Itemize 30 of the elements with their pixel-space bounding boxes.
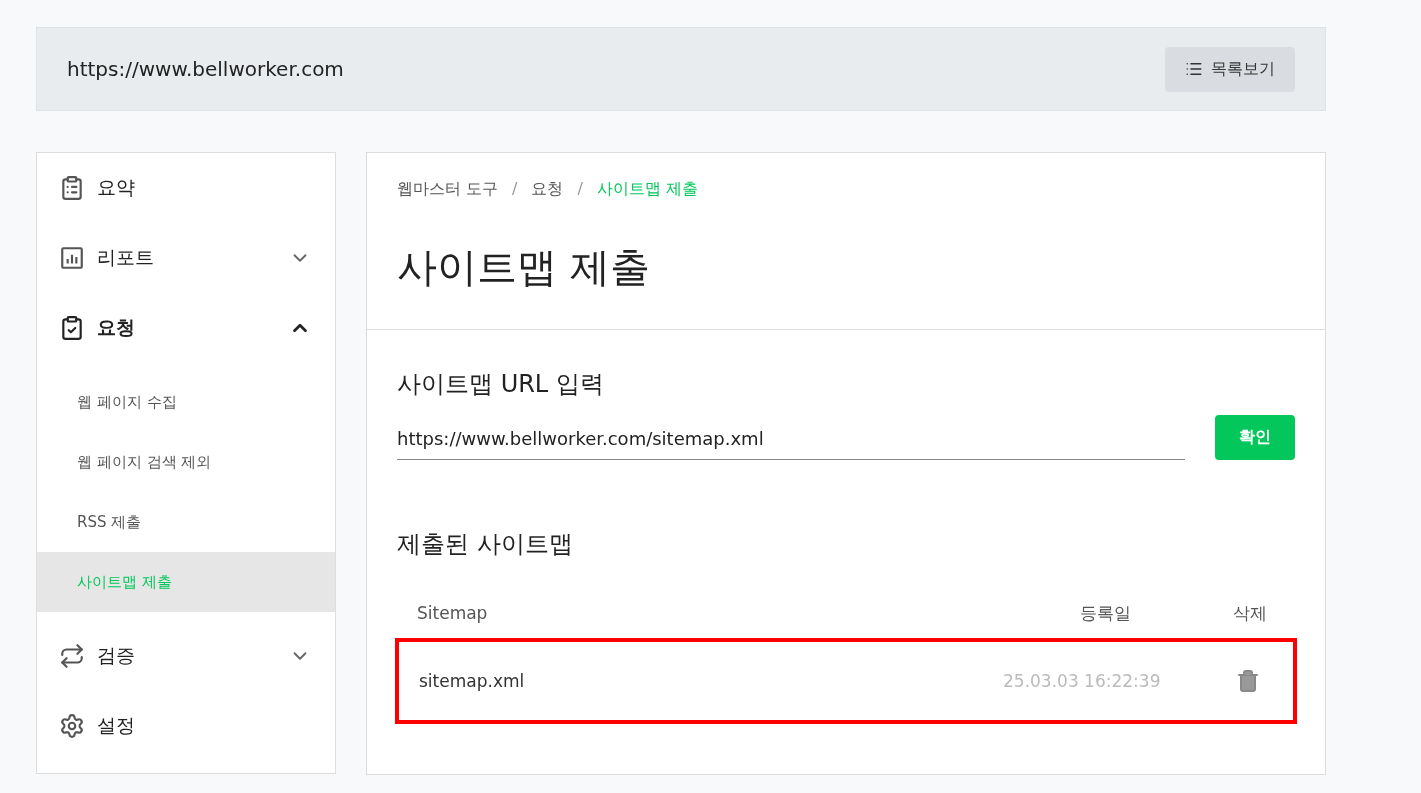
section-title: 제출된 사이트맵 — [397, 529, 574, 560]
list-view-button[interactable]: 목록보기 — [1165, 46, 1295, 92]
sitemap-name: sitemap.xml — [419, 671, 526, 691]
clipboard-check-icon — [59, 315, 85, 341]
list-icon — [1185, 60, 1203, 78]
sidebar-subitem[interactable]: RSS 제출 — [37, 492, 335, 552]
sidebar-item[interactable]: 리포트 — [37, 223, 335, 293]
sidebar-subitem[interactable]: 웹 페이지 수집 — [37, 372, 335, 432]
section-title: 사이트맵 URL 입력 — [397, 369, 605, 400]
clipboard-icon — [59, 175, 85, 201]
settings-icon — [59, 713, 85, 739]
column-header: Sitemap — [417, 603, 489, 623]
site-url: https://www.bellworker.com — [67, 57, 344, 81]
sidebar-item[interactable]: 설정 — [37, 691, 335, 761]
page-title: 사이트맵 제출 — [397, 243, 651, 292]
trash-icon — [1236, 669, 1260, 693]
column-header: 등록일 — [1078, 601, 1132, 625]
repeat-arrows-icon — [59, 643, 85, 669]
bar-chart-icon — [59, 245, 85, 271]
breadcrumb-separator: / — [577, 179, 583, 200]
sidebar-item[interactable]: 검증 — [37, 621, 335, 691]
breadcrumb-link[interactable]: 웹마스터 도구 — [397, 179, 499, 200]
sidebar-item[interactable]: 요청 — [37, 293, 335, 363]
sidebar-subitem[interactable]: 웹 페이지 검색 제외 — [37, 432, 335, 492]
registered-date: 25.03.03 16:22:39 — [1003, 671, 1162, 691]
breadcrumb-link[interactable]: 요청 — [531, 179, 564, 200]
sidebar-item[interactable]: 요약 — [37, 153, 335, 223]
delete-button[interactable] — [1236, 669, 1260, 693]
breadcrumb-separator: / — [512, 179, 518, 200]
column-header: 삭제 — [1232, 601, 1268, 625]
